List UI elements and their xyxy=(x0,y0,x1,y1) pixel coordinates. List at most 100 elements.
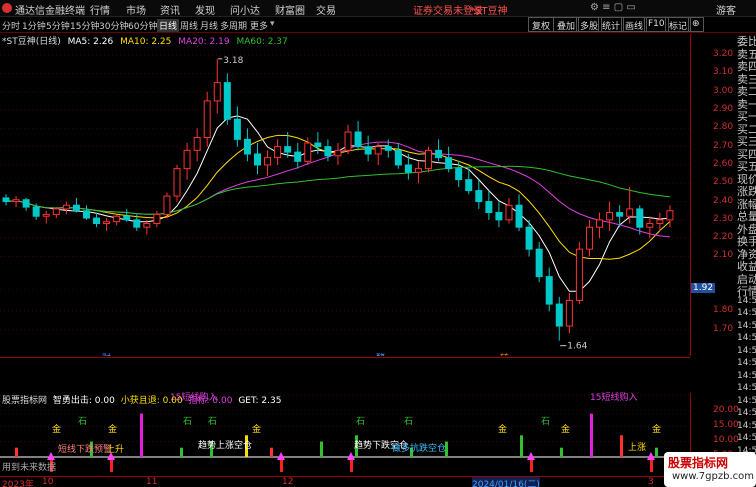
indicator-bar xyxy=(590,413,593,457)
period-15min[interactable]: 15分钟 xyxy=(70,19,99,32)
window-controls-icon[interactable]: ⚙ ≡ ▢ ▭ xyxy=(590,2,636,13)
menu-zixun[interactable]: 资讯 xyxy=(160,2,180,17)
candle-body xyxy=(82,210,90,219)
period-1min[interactable]: 1分钟 xyxy=(22,19,46,32)
candle-body xyxy=(384,146,392,151)
shi-label: 石 xyxy=(78,417,87,427)
x-label-cursor-date: 2024/01/16(二) xyxy=(472,477,540,487)
period-fenshi[interactable]: 分时 xyxy=(2,19,20,32)
signal-bar xyxy=(110,460,113,472)
candle-body xyxy=(646,223,654,228)
y-tick-label: 1.92 xyxy=(691,283,716,294)
watermark-logo: 股票指标网 www.7gpzb.com xyxy=(664,452,756,487)
quote-panel: 委比 卖五 卖四 卖三 卖二 卖一 买一 买二 买三 买四 买五 现价 涨跌 涨幅 总量 外盘 换手 净资 收益 启动… xyxy=(736,34,756,456)
candle-body xyxy=(475,190,483,203)
signal-arrow-icon xyxy=(47,452,55,460)
y-tick-label: 2.50 xyxy=(713,177,734,188)
candle-body xyxy=(223,82,231,120)
warning-text: 短线下跌预警 xyxy=(58,443,112,455)
signal-arrow-icon xyxy=(347,452,355,460)
candle-body xyxy=(515,204,523,228)
menu-shichang[interactable]: 市场 xyxy=(126,2,146,17)
candle-body xyxy=(183,149,191,170)
candle-body xyxy=(314,142,322,148)
y-tick-label: 2.60 xyxy=(713,158,734,169)
indicator-tick-label: 15.00 xyxy=(713,420,739,430)
candle-body xyxy=(445,157,453,170)
candle-body xyxy=(435,149,443,159)
quote-panel-row: 14:5 xyxy=(737,320,756,331)
candle-body xyxy=(42,213,50,217)
candle-body xyxy=(666,210,674,221)
menu-wenxiaoda[interactable]: 问小达 xyxy=(230,2,260,17)
period-more[interactable]: 更多 xyxy=(250,19,268,32)
y-tick-label: 1.70 xyxy=(713,323,734,334)
y-tick-label: 1.80 xyxy=(713,305,734,316)
candle-body xyxy=(364,146,372,155)
buy-signal-label: 15短线购入 xyxy=(590,391,637,403)
signal-bar xyxy=(350,460,353,472)
menu-jiaoyi[interactable]: 交易 xyxy=(316,2,336,17)
add-icon[interactable]: ⊕ xyxy=(688,17,704,32)
period-60min[interactable]: 60分钟 xyxy=(128,19,157,32)
candle-body xyxy=(585,226,593,250)
signal-bar xyxy=(650,460,653,472)
candle-body xyxy=(616,212,624,217)
period-multi[interactable]: 多周期 xyxy=(220,19,247,32)
y-tick-label: 3.10 xyxy=(713,67,734,78)
candle-body xyxy=(32,206,40,217)
quote-panel-row: 14:5 xyxy=(737,295,756,306)
candlestick-chart[interactable]: 3.18 1.64 财 酵 转 xyxy=(0,34,690,356)
candle-body xyxy=(394,149,402,166)
stock-badge[interactable]: *ST豆神 xyxy=(470,2,507,17)
indicator-bar xyxy=(655,447,658,457)
indicator-bar xyxy=(180,447,183,457)
quote-panel-row: 14:5 xyxy=(737,370,756,381)
menu-caifuquan[interactable]: 财富圈 xyxy=(275,2,305,17)
high-price-label: 3.18 xyxy=(223,56,243,66)
y-tick-label: 2.40 xyxy=(713,195,734,206)
y-tick-label: 2.90 xyxy=(713,104,734,115)
period-5min[interactable]: 5分钟 xyxy=(46,19,70,32)
quote-panel-row: 14:5 xyxy=(737,345,756,356)
fuquan-button[interactable]: 复权 xyxy=(528,17,555,32)
marker-jiao: 酵 xyxy=(376,353,385,356)
guest-label[interactable]: 游客 xyxy=(716,2,736,17)
quote-panel-row: 14:5 xyxy=(737,358,756,368)
period-daily[interactable]: 日线 xyxy=(157,19,180,32)
quote-panel-row: 14:5 xyxy=(737,333,756,343)
jin-label: 金 xyxy=(652,423,661,435)
ma60-line xyxy=(5,165,671,215)
hold-text: 做多抗跌空仓 xyxy=(392,442,446,454)
candle-body xyxy=(425,149,433,170)
signal-bar xyxy=(280,460,283,472)
period-weekly[interactable]: 周线 xyxy=(180,19,198,32)
candle-body xyxy=(133,219,141,228)
quote-panel-row: 14:5 xyxy=(737,308,756,318)
candle-body xyxy=(52,208,60,215)
y-tick-label: 2.30 xyxy=(713,213,734,224)
candle-body xyxy=(123,215,131,221)
indicator-bar xyxy=(520,435,523,457)
menu-hangqing[interactable]: 行情 xyxy=(90,2,110,17)
dropdown-arrow-icon[interactable]: ▾ xyxy=(270,19,275,29)
candle-body xyxy=(374,146,382,155)
menu-faxian[interactable]: 发现 xyxy=(195,2,215,17)
quote-panel-row: 14:5 xyxy=(737,433,756,443)
indicator-bar xyxy=(270,447,273,457)
period-30min[interactable]: 30分钟 xyxy=(99,19,128,32)
indicator-get: GET: 2.35 xyxy=(238,396,282,406)
y-tick-label: 2.80 xyxy=(713,122,734,133)
future-data-note: 用到未来数据 xyxy=(2,461,56,473)
indicator-chart[interactable]: 15短线购入 15短线购入石石石石石石金金金金金金短线下跌预警上升 趋势上涨空仓 趋势… xyxy=(0,358,690,476)
indicator-chuji: 智勇出击: 0.00 xyxy=(52,396,115,406)
candle-body xyxy=(334,149,342,157)
candle-body xyxy=(213,82,221,102)
indicator-header: 股票指标网 智勇出击: 0.00 小获且退: 0.00 指标: 0.00 GET… xyxy=(2,393,284,406)
candle-body xyxy=(455,168,463,181)
trend-up-text: 趋势上涨空仓 xyxy=(198,439,252,451)
candle-body xyxy=(324,146,332,157)
candle-body xyxy=(495,212,503,221)
period-monthly[interactable]: 月线 xyxy=(200,19,218,32)
indicator-bar xyxy=(15,447,18,457)
